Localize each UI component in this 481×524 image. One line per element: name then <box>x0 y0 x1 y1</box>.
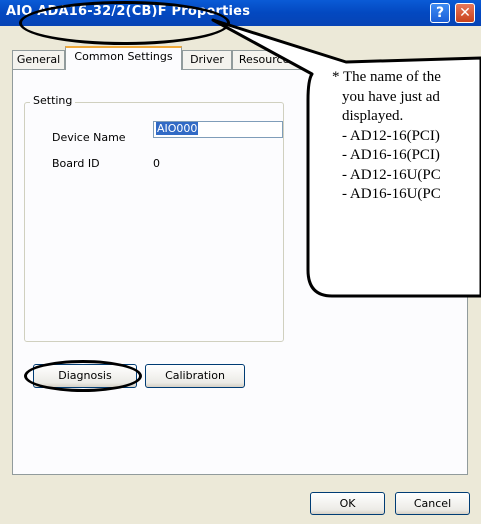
setting-group-label: Setting <box>30 94 76 107</box>
board-id-value: 0 <box>153 157 160 170</box>
callout-line: * The name of the <box>332 69 441 85</box>
device-name-label: Device Name <box>52 131 126 144</box>
title-highlight-ellipse <box>19 1 230 45</box>
tab-resources[interactable]: Resources <box>232 50 302 69</box>
help-button[interactable]: ? <box>430 3 450 23</box>
callout-line: - AD16-16U(PC <box>342 186 441 202</box>
calibration-button[interactable]: Calibration <box>145 364 245 388</box>
ok-button[interactable]: OK <box>310 492 385 515</box>
callout-line: you have just ad <box>342 88 440 105</box>
device-name-field[interactable]: AIO000 <box>153 121 283 138</box>
callout-line: - AD12-16(PCI) <box>342 127 440 144</box>
device-name-value: AIO000 <box>156 122 199 135</box>
diagnosis-highlight-ellipse <box>24 360 142 392</box>
cancel-button[interactable]: Cancel <box>395 492 470 515</box>
help-icon: ? <box>435 5 445 21</box>
close-icon: ✕ <box>459 5 471 21</box>
callout-line: - AD12-16U(PC <box>342 166 441 183</box>
callout-text: * The name of the you have just ad displ… <box>332 68 441 205</box>
board-id-label: Board ID <box>52 157 100 170</box>
callout-line: - AD16-16(PCI) <box>342 147 440 163</box>
tab-general[interactable]: General <box>12 50 65 69</box>
callout-line: displayed. <box>342 108 404 124</box>
tab-common-settings[interactable]: Common Settings <box>65 46 182 70</box>
tab-driver[interactable]: Driver <box>182 50 232 69</box>
close-button[interactable]: ✕ <box>455 3 475 23</box>
